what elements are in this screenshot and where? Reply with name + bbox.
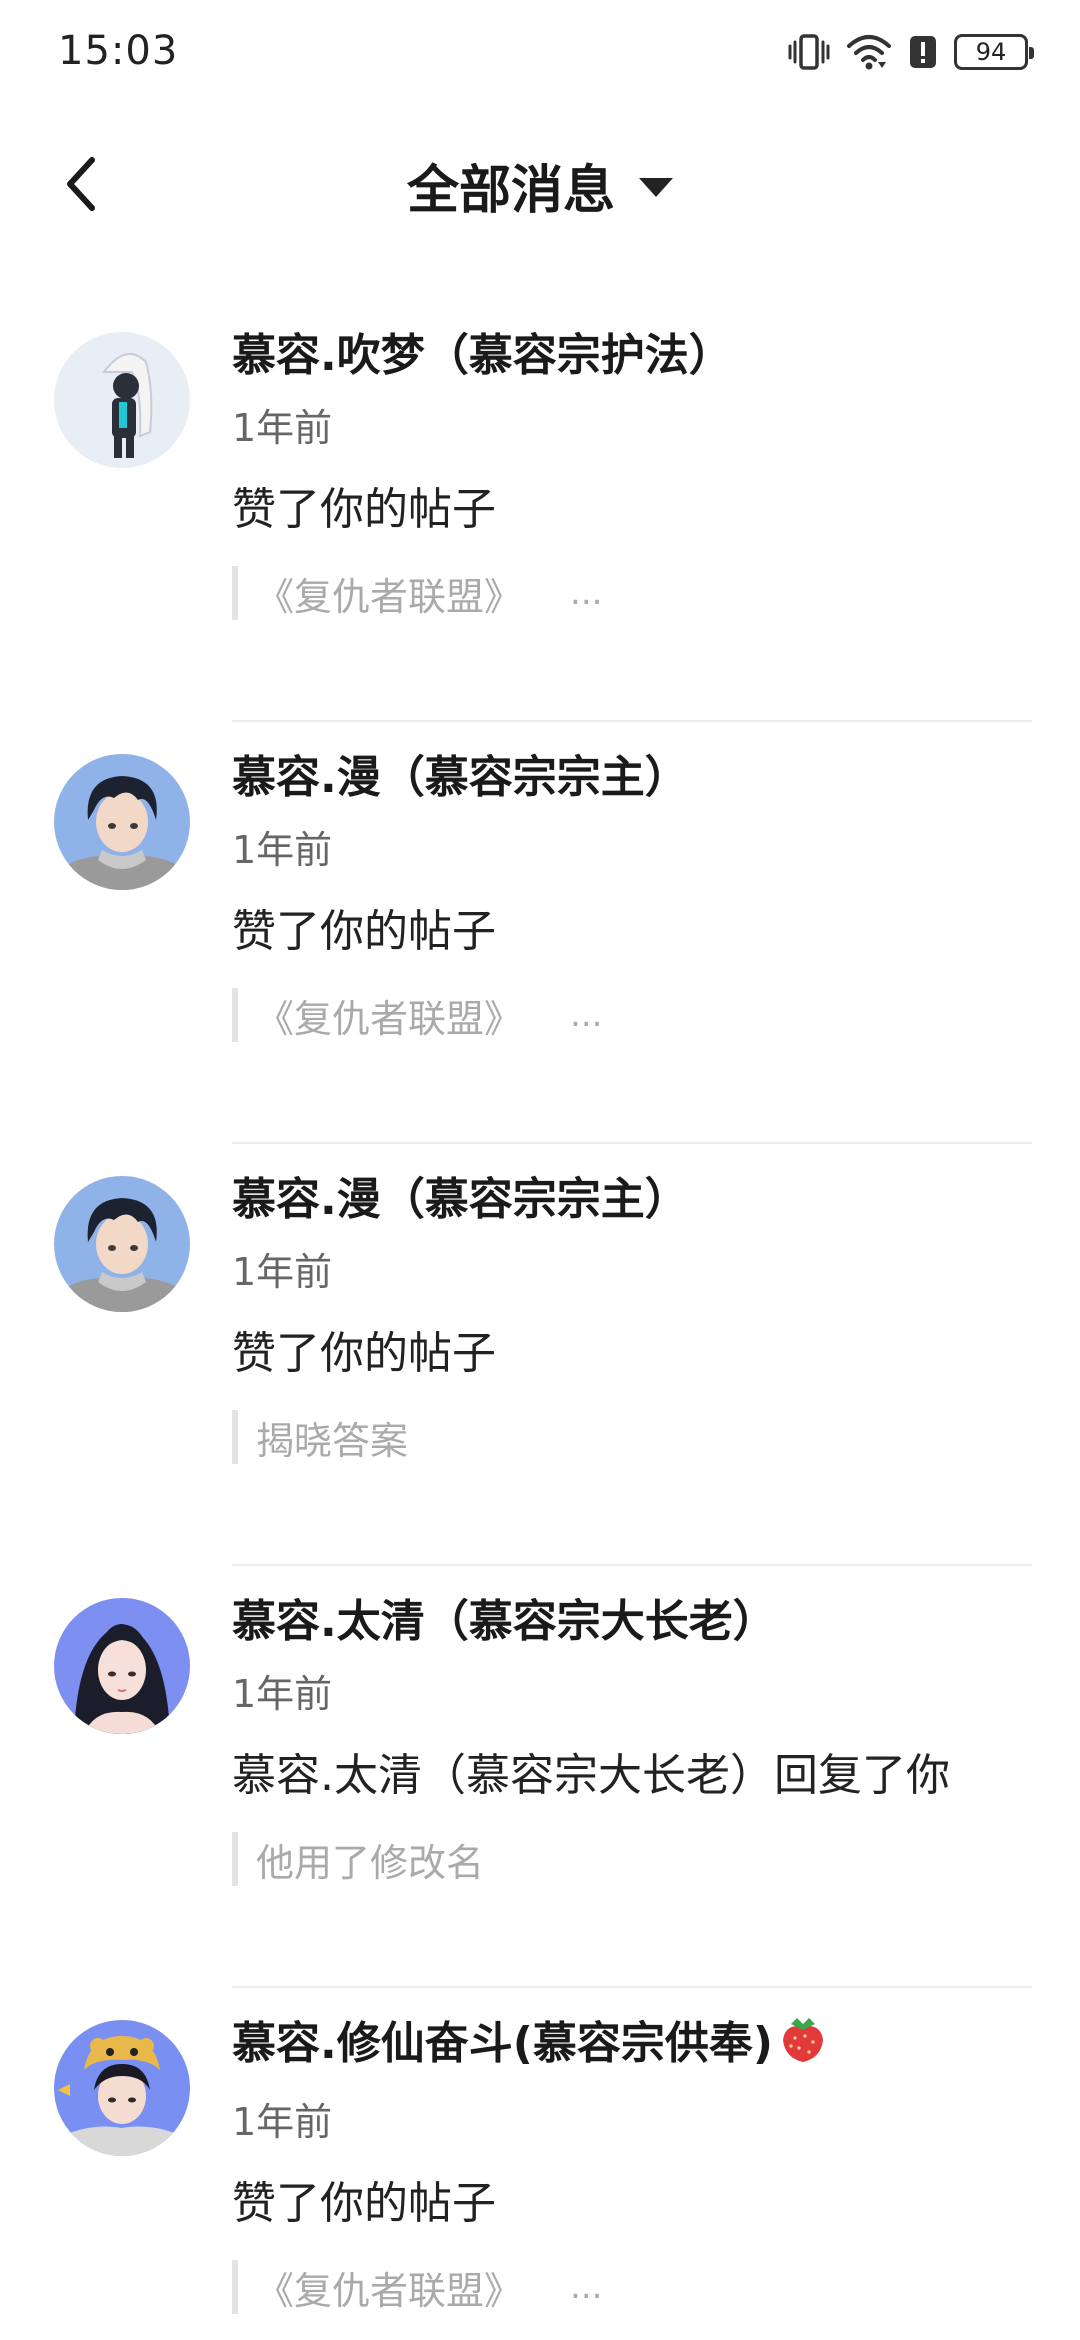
sender-name[interactable]: 慕容.漫（慕容宗宗主） — [232, 746, 1032, 810]
quoted-post-ellipsis: ... — [570, 573, 603, 613]
message-time: 1年前 — [232, 1672, 333, 1716]
sender-name[interactable]: 慕容.太清（慕容宗大长老） — [232, 1590, 1032, 1654]
quoted-post-title: 《复仇者联盟》 — [256, 996, 523, 1041]
quoted-post-ellipsis: ... — [570, 995, 603, 1035]
message-action: 赞了你的帖子 — [232, 906, 496, 957]
message-item[interactable]: 慕容.吹梦（慕容宗护法） 1年前 赞了你的帖子 《复仇者联盟》 ... — [0, 300, 1080, 722]
avatar[interactable] — [54, 332, 190, 468]
message-action: 赞了你的帖子 — [232, 1328, 496, 1379]
vibrate-icon — [788, 32, 830, 72]
quoted-post[interactable]: 《复仇者联盟》 ... — [232, 566, 1032, 620]
quoted-post[interactable]: 他用了修改名 — [232, 1832, 1032, 1886]
message-time: 1年前 — [232, 406, 333, 450]
wifi-icon — [846, 32, 892, 72]
battery-icon: 94 — [954, 34, 1034, 70]
quoted-post-title: 揭晓答案 — [256, 1418, 409, 1463]
quoted-post-ellipsis: ... — [570, 2267, 603, 2307]
quoted-post[interactable]: 揭晓答案 — [232, 1410, 1032, 1464]
status-time: 15:03 — [58, 28, 179, 74]
message-item[interactable]: 慕容.太清（慕容宗大长老） 1年前 慕容.太清（慕容宗大长老）回复了你 他用了修… — [0, 1566, 1080, 1988]
page-title: 全部消息 — [406, 161, 615, 221]
sender-name[interactable]: 慕容.修仙奋斗(慕容宗供奉) — [232, 2012, 1032, 2082]
status-icons: 94 — [788, 30, 1034, 74]
alert-icon — [908, 32, 938, 72]
quoted-post-title: 《复仇者联盟》 — [256, 2268, 523, 2313]
quoted-post[interactable]: 《复仇者联盟》 ... — [232, 988, 1032, 1042]
message-item[interactable]: 慕容.修仙奋斗(慕容宗供奉) 1年前 赞了你的帖子 《复仇者联盟》 ... — [0, 1988, 1080, 2340]
avatar[interactable] — [54, 1598, 190, 1734]
message-filter-dropdown[interactable]: 全部消息 — [0, 148, 1080, 223]
sender-name-text: 慕容.修仙奋斗(慕容宗供奉) — [232, 2018, 773, 2069]
message-time: 1年前 — [232, 2100, 333, 2144]
message-time: 1年前 — [232, 828, 333, 872]
sender-name[interactable]: 慕容.吹梦（慕容宗护法） — [232, 324, 1032, 388]
avatar[interactable] — [54, 754, 190, 890]
message-action: 赞了你的帖子 — [232, 2178, 496, 2229]
battery-level: 94 — [975, 38, 1007, 66]
status-bar: 15:03 94 — [0, 0, 1080, 104]
sender-name[interactable]: 慕容.漫（慕容宗宗主） — [232, 1168, 1032, 1232]
quoted-post-title: 他用了修改名 — [256, 1840, 485, 1885]
quoted-post-title: 《复仇者联盟》 — [256, 574, 523, 619]
quoted-post[interactable]: 《复仇者联盟》 ... — [232, 2260, 1032, 2314]
header: 全部消息 — [0, 126, 1080, 242]
message-list: 慕容.吹梦（慕容宗护法） 1年前 赞了你的帖子 《复仇者联盟》 ... 慕容.漫 — [0, 300, 1080, 2340]
avatar[interactable] — [54, 2020, 190, 2156]
caret-down-icon — [639, 178, 673, 197]
strawberry-icon — [779, 2012, 827, 2082]
message-time: 1年前 — [232, 1250, 333, 1294]
message-item[interactable]: 慕容.漫（慕容宗宗主） 1年前 赞了你的帖子 揭晓答案 — [0, 1144, 1080, 1566]
message-item[interactable]: 慕容.漫（慕容宗宗主） 1年前 赞了你的帖子 《复仇者联盟》 ... — [0, 722, 1080, 1144]
message-action: 赞了你的帖子 — [232, 484, 496, 535]
message-action: 慕容.太清（慕容宗大长老）回复了你 — [232, 1750, 950, 1801]
avatar[interactable] — [54, 1176, 190, 1312]
